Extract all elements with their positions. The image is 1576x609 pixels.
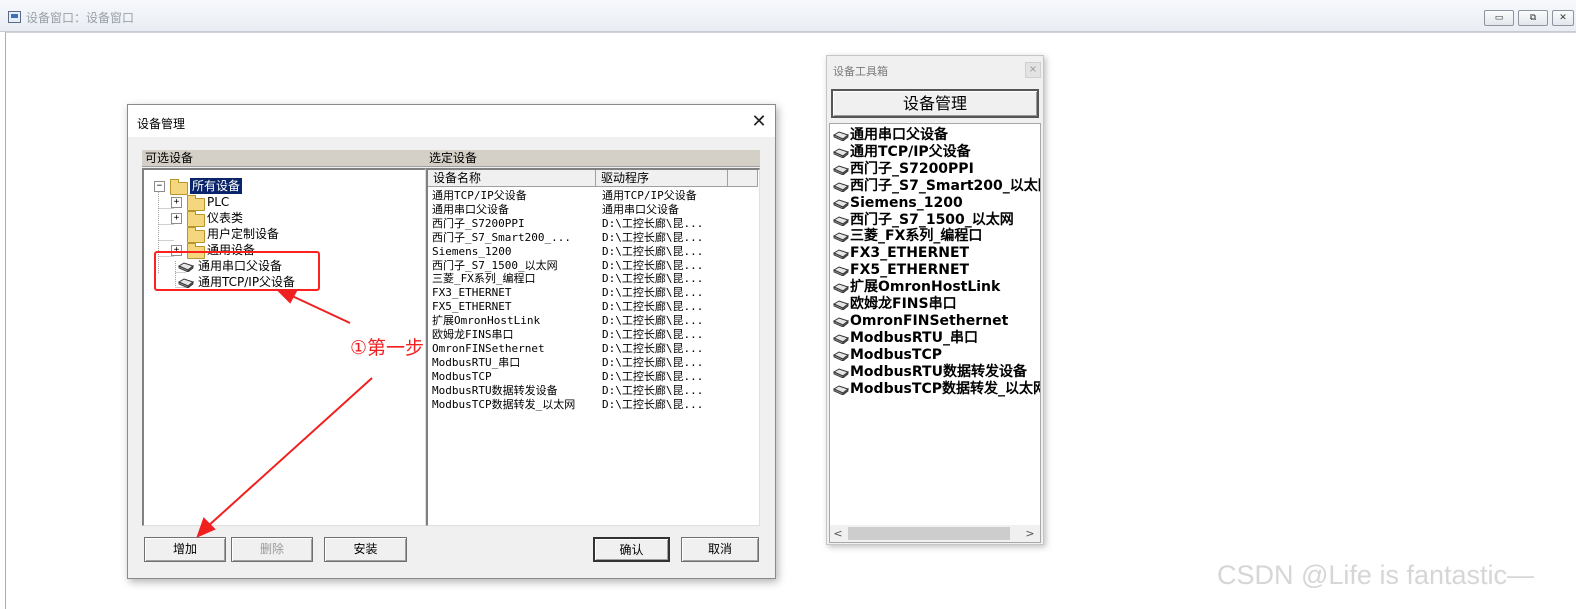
annotation-arrows: [196, 288, 373, 538]
arrow-head-tree: [275, 288, 298, 304]
arrow-to-add-line: [206, 377, 373, 528]
arrow-to-tree-line: [289, 294, 351, 324]
watermark: CSDN @Life is fantastic—: [1217, 560, 1534, 590]
step-annotation: ①第一步: [350, 337, 425, 359]
